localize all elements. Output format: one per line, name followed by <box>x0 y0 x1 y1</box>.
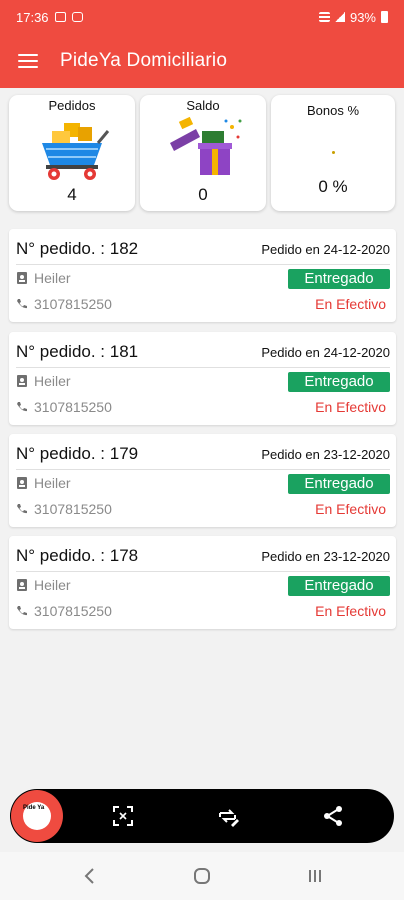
order-card[interactable]: N° pedido. : 182 Pedido en 24-12-2020 He… <box>9 229 396 322</box>
order-card[interactable]: N° pedido. : 181 Pedido en 24-12-2020 He… <box>9 332 396 425</box>
contact-card-icon <box>17 272 27 284</box>
phone-icon <box>17 504 27 514</box>
order-number: N° pedido. : 182 <box>16 239 139 258</box>
stat-value: 0 <box>198 185 208 204</box>
stat-label: Bonos % <box>306 103 360 118</box>
phone-row: 3107815250 <box>16 296 112 312</box>
customer-name: Heiler <box>34 373 71 389</box>
status-bar: 17:36 93% <box>0 0 404 34</box>
wifi-icon <box>318 12 330 22</box>
app-bar: PideYa Domiciliario <box>0 34 404 88</box>
order-number: N° pedido. : 181 <box>16 342 139 361</box>
bottom-nav: Pide Ya <box>10 789 394 843</box>
status-badge: Entregado <box>288 474 390 494</box>
customer-name: Heiler <box>34 270 71 286</box>
edit-repeat-icon[interactable] <box>216 804 240 828</box>
order-date: Pedido en 24-12-2020 <box>261 242 390 257</box>
logo-text: Pide Ya <box>23 805 45 811</box>
phone-row: 3107815250 <box>16 399 112 415</box>
instagram-icon <box>71 12 83 22</box>
order-date: Pedido en 23-12-2020 <box>261 549 390 564</box>
customer-name: Heiler <box>34 577 71 593</box>
order-date: Pedido en 23-12-2020 <box>261 447 390 462</box>
payment-method: En Efectivo <box>315 296 386 312</box>
phone-row: 3107815250 <box>16 501 112 517</box>
home-fab-button[interactable]: Pide Ya <box>11 790 63 842</box>
customer-row: Heiler <box>16 577 71 593</box>
gift-box-icon <box>170 116 242 175</box>
menu-icon[interactable] <box>18 54 38 68</box>
stat-card-pedidos[interactable]: Pedidos 4 <box>9 95 135 211</box>
customer-phone: 3107815250 <box>34 296 112 312</box>
status-badge: Entregado <box>288 576 390 596</box>
order-card[interactable]: N° pedido. : 178 Pedido en 23-12-2020 He… <box>9 536 396 629</box>
customer-phone: 3107815250 <box>34 501 112 517</box>
divider <box>16 571 390 572</box>
stat-card-bonos[interactable]: Bonos % 0 % <box>271 95 395 211</box>
customer-row: Heiler <box>16 373 71 389</box>
stat-value: 4 <box>67 185 77 204</box>
order-number: N° pedido. : 178 <box>16 546 139 565</box>
gallery-icon <box>54 12 66 22</box>
back-icon[interactable] <box>80 866 100 886</box>
customer-phone: 3107815250 <box>34 399 112 415</box>
battery-percent: 93% <box>349 9 376 25</box>
stat-label: Pedidos <box>48 98 96 113</box>
shopping-cart-icon <box>42 123 110 180</box>
contact-card-icon <box>17 375 27 387</box>
customer-row: Heiler <box>16 270 71 286</box>
contact-card-icon <box>17 477 27 489</box>
order-number: N° pedido. : 179 <box>16 444 139 463</box>
stat-card-saldo[interactable]: Saldo 0 <box>140 95 266 211</box>
status-badge: Entregado <box>288 372 390 392</box>
payment-method: En Efectivo <box>315 501 386 517</box>
dot-icon <box>331 151 335 154</box>
app-title: PideYa Domiciliario <box>60 50 228 71</box>
recent-apps-icon[interactable] <box>305 866 325 886</box>
clock: 17:36 <box>16 9 49 25</box>
stat-value: 0 % <box>318 177 348 196</box>
order-date: Pedido en 24-12-2020 <box>261 345 390 360</box>
phone-icon <box>17 299 27 309</box>
customer-row: Heiler <box>16 475 71 491</box>
divider <box>16 469 390 470</box>
contact-card-icon <box>17 579 27 591</box>
customer-phone: 3107815250 <box>34 603 112 619</box>
home-icon[interactable] <box>192 866 212 886</box>
customer-name: Heiler <box>34 475 71 491</box>
status-badge: Entregado <box>288 269 390 289</box>
system-nav-bar <box>0 852 404 900</box>
order-card[interactable]: N° pedido. : 179 Pedido en 23-12-2020 He… <box>9 434 396 527</box>
phone-row: 3107815250 <box>16 603 112 619</box>
scan-icon[interactable] <box>111 804 135 828</box>
battery-icon <box>381 11 388 23</box>
payment-method: En Efectivo <box>315 603 386 619</box>
divider <box>16 264 390 265</box>
share-icon[interactable] <box>321 804 345 828</box>
phone-icon <box>17 402 27 412</box>
signal-icon <box>334 12 345 22</box>
divider <box>16 367 390 368</box>
payment-method: En Efectivo <box>315 399 386 415</box>
stat-label: Saldo <box>186 98 220 113</box>
phone-icon <box>17 606 27 616</box>
